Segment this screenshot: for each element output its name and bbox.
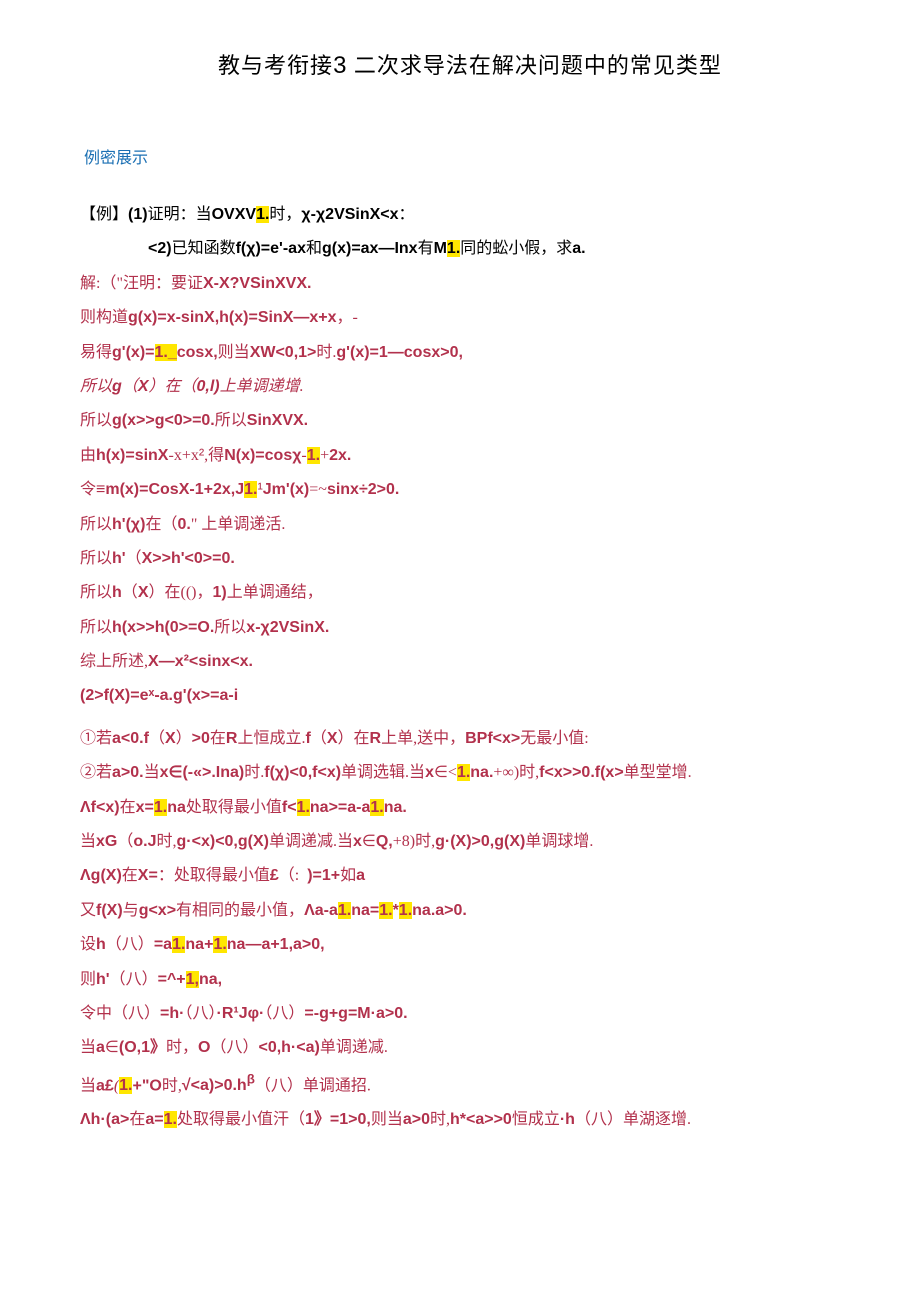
text-line-12: 所以h(x>>h(0>=O.所以x-χ2VSinX. xyxy=(80,611,860,645)
text-line-11: 所以h（X）在(()，1)上单调通结， xyxy=(80,576,860,610)
text-line-1: <2)已知函数f(χ)=e'-ax和g(x)=ax—Inx有M1.同的蚣小假，求… xyxy=(80,232,860,266)
title-num: 3 xyxy=(333,52,347,79)
text-line-20: Λg(X)在X=：处取得最小值£（: )=1+如a xyxy=(80,859,860,893)
text-line-17: ②若a>0.当x∈(-«>.Ina)时.f(χ)<0,f<x)单调选辑.当x∈<… xyxy=(80,756,860,790)
text-line-23: 则h'（八）=^+1,na, xyxy=(80,963,860,997)
text-line-2: 解:（"汪明：要证X-X?VSinXVX. xyxy=(80,267,860,301)
text-line-4: 易得g'(x)=1._cosx,则当XW<0,1>时.g'(x)=1—cosx>… xyxy=(80,336,860,370)
text-line-9: 所以h'(χ)在（0." 上单调递活. xyxy=(80,508,860,542)
text-line-26: 当a£(1.+"O时,√<a)>0.hβ（八）单调通招. xyxy=(80,1066,860,1104)
text-line-25: 当a∈(O,1》时，O（八）<0,h·<a)单调递减. xyxy=(80,1031,860,1065)
section-label: 例密展示 xyxy=(80,142,860,176)
text-line-7: 由h(x)=sinX-x+x²,得N(x)=cosχ-1.+2x. xyxy=(80,439,860,473)
text-line-8: 令≡m(x)=CosX-1+2x,J1.¹Jm'(x)=~sinx÷2>0. xyxy=(80,473,860,507)
page-title: 教与考衔接3 二次求导法在解决问题中的常见类型 xyxy=(80,40,860,92)
text-line-14: (2>f(X)=eˣ-a.g'(x>=a-i xyxy=(80,679,860,713)
text-line-10: 所以h'（X>>h'<0>=0. xyxy=(80,542,860,576)
text-line-24: 令中（八）=h·（八）·R¹Jφ·（八）=-g+g=M·a>0. xyxy=(80,997,860,1031)
text-line-3: 则构道g(x)=x-sinX,h(x)=SinX—x+x，- xyxy=(80,301,860,335)
text-line-13: 综上所述,X—x²<sinx<x. xyxy=(80,645,860,679)
text-line-22: 设h（八）=a1.na+1.na—a+1,a>0, xyxy=(80,928,860,962)
document-body: 【例】(1)证明：当OVXV1.时，χ-χ2VSinX<x：<2)已知函数f(χ… xyxy=(80,198,860,1138)
text-line-16: ①若a<0.f（X）>0在R上恒成立.f（X）在R上单,送中，BPf<x>无最小… xyxy=(80,722,860,756)
text-line-5: 所以g（X）在（0,l)上单调递增. xyxy=(80,370,860,404)
text-line-0: 【例】(1)证明：当OVXV1.时，χ-χ2VSinX<x： xyxy=(80,198,860,232)
text-line-18: Λf<x)在x=1.na处取得最小值f<1.na>=a-a1.na. xyxy=(80,791,860,825)
title-right: 二次求导法在解决问题中的常见类型 xyxy=(354,53,722,78)
blank-line xyxy=(80,714,860,722)
text-line-27: Λh·(a>在a=1.处取得最小值汗（1》=1>0,则当a>0时,h*<a>>0… xyxy=(80,1103,860,1137)
text-line-19: 当xG（o.J时,g·<x)<0,g(X)单调递减.当x∈Q,+8)时,g·(X… xyxy=(80,825,860,859)
page-root: 教与考衔接3 二次求导法在解决问题中的常见类型 例密展示 【例】(1)证明：当O… xyxy=(0,0,920,1178)
text-line-21: 又f(X)与g<x>有相同的最小值，Λa-a1.na=1.*1.na.a>0. xyxy=(80,894,860,928)
text-line-6: 所以g(x>>g<0>=0.所以SinXVX. xyxy=(80,404,860,438)
title-left: 教与考衔接 xyxy=(218,53,333,78)
